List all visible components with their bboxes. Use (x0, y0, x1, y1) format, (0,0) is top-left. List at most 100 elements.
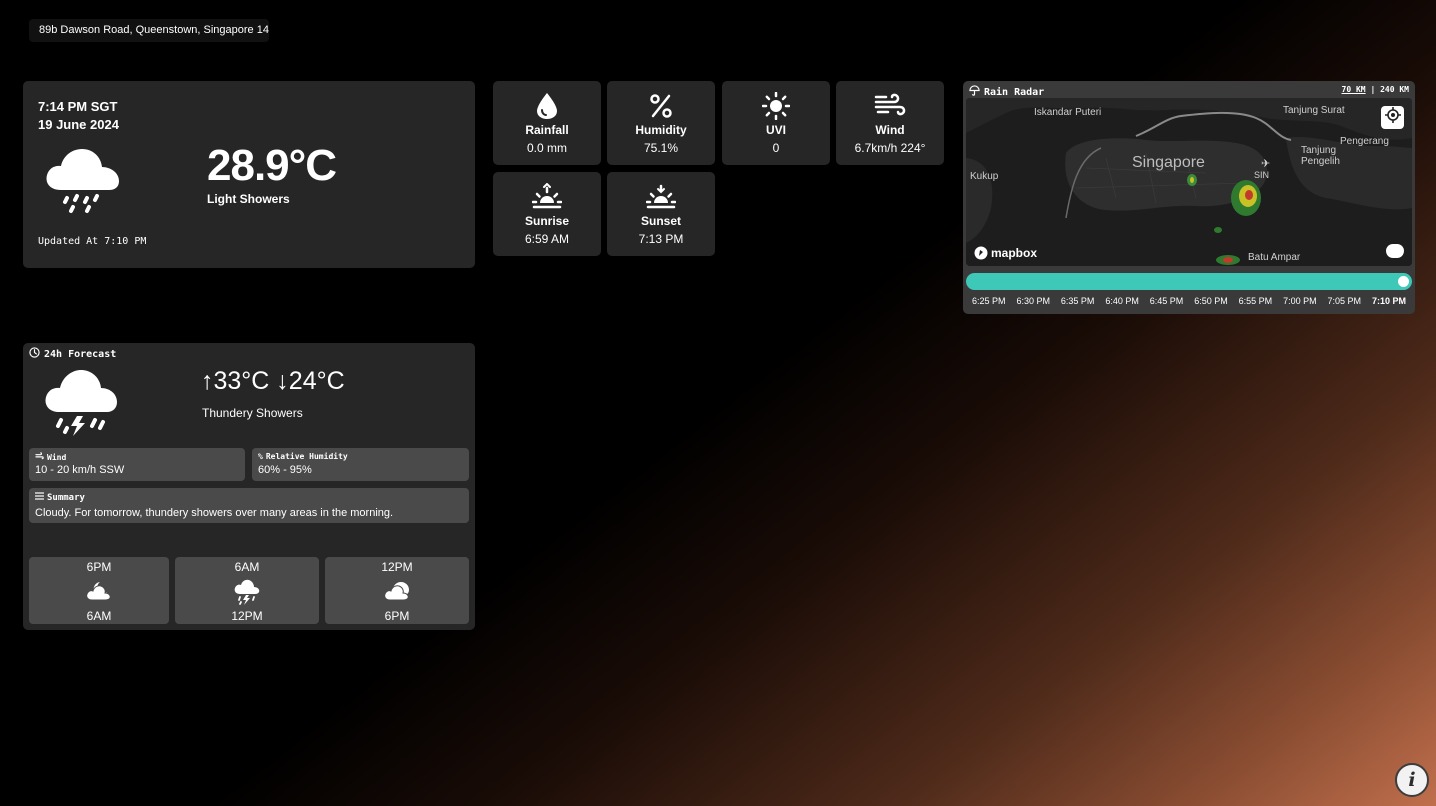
mapbox-logo: mapbox (974, 246, 1037, 260)
map-terrain (966, 98, 1412, 266)
humidity-tile: Humidity 75.1% (607, 81, 715, 165)
wind-forecast-label-text: Wind (47, 452, 67, 462)
forecast-period: 6PM 6AM (29, 557, 169, 624)
current-date: 19 June 2024 (38, 117, 119, 132)
airplane-icon: ✈ (1261, 158, 1271, 170)
summary-label: Summary (35, 492, 85, 503)
cloud-rain-icon (43, 144, 123, 221)
wind-forecast-box: Wind 10 - 20 km/h SSW (29, 448, 245, 481)
map-label-sin: SIN (1254, 170, 1270, 180)
sunset-icon (607, 183, 715, 211)
wind-forecast-label: Wind (35, 452, 66, 462)
map-label-tanjung-pengelih: Tanjung Pengelih (1301, 145, 1340, 167)
map-label-pengerang: Pengerang (1340, 136, 1389, 147)
time-tick[interactable]: 6:55 PM (1239, 296, 1273, 306)
period-start: 6AM (234, 560, 260, 574)
umbrella-icon (969, 85, 980, 99)
slider-handle[interactable] (1396, 274, 1411, 289)
clock-icon (29, 347, 40, 361)
humidity-value: 75.1% (643, 141, 679, 155)
summary-label-text: Summary (47, 492, 85, 503)
current-weather-card: 7:14 PM SGT 19 June 2024 28.9°C Light Sh… (23, 81, 475, 268)
forecast-title-text: 24h Forecast (44, 348, 117, 360)
sunrise-icon (493, 183, 601, 211)
wind-icon (836, 92, 944, 120)
rain-radar-card: Rain Radar 70 KM | 240 KM Iskandar Puter… (963, 81, 1415, 314)
crosshair-icon (1384, 107, 1401, 128)
layer-toggle[interactable] (1386, 244, 1404, 258)
uvi-tile: UVI 0 (722, 81, 830, 165)
time-tick[interactable]: 6:40 PM (1105, 296, 1139, 306)
time-tick-labels: 6:25 PM 6:30 PM 6:35 PM 6:40 PM 6:45 PM … (966, 296, 1412, 306)
forecast-period: 12PM 6PM (325, 557, 469, 624)
info-button[interactable]: i (1395, 763, 1429, 797)
period-end: 6AM (86, 609, 112, 623)
summary-text: Cloudy. For tomorrow, thundery showers o… (35, 507, 394, 519)
raindrop-icon (493, 92, 601, 120)
current-condition: Light Showers (207, 192, 290, 206)
forecast-period: 6AM 12PM (175, 557, 319, 624)
time-tick[interactable]: 6:25 PM (972, 296, 1006, 306)
high-low-temperature: ↑33°C ↓24°C (201, 367, 345, 395)
sunrise-tile: Sunrise 6:59 AM (493, 172, 601, 256)
sunset-value: 7:13 PM (638, 232, 684, 246)
updated-timestamp: Updated At 7:10 PM (38, 236, 147, 247)
percent-icon (607, 92, 715, 120)
wind-forecast-value: 10 - 20 km/h SSW (35, 464, 125, 476)
summary-box: Summary Cloudy. For tomorrow, thundery s… (29, 488, 469, 523)
radar-title-text: Rain Radar (984, 86, 1045, 98)
sunrise-value: 6:59 AM (524, 232, 570, 246)
wind-small-icon (35, 452, 44, 462)
time-tick[interactable]: 6:35 PM (1061, 296, 1095, 306)
thundery-showers-icon (175, 578, 319, 606)
cloud-lightning-icon (43, 366, 119, 443)
wind-value: 6.7km/h 224° (854, 141, 926, 155)
period-end: 6PM (384, 609, 410, 623)
uvi-value: 0 (772, 141, 780, 155)
sunrise-label: Sunrise (524, 214, 569, 228)
time-slider[interactable] (966, 273, 1412, 290)
radar-map[interactable]: Iskandar Puteri Tanjung Surat Singapore … (966, 98, 1412, 266)
period-end: 12PM (231, 609, 263, 623)
time-tick[interactable]: 7:05 PM (1328, 296, 1362, 306)
locate-button[interactable] (1381, 106, 1404, 129)
map-label-tanjung-surat: Tanjung Surat (1283, 105, 1345, 116)
scale-long: 240 KM (1380, 85, 1409, 94)
forecast-title: 24h Forecast (29, 347, 116, 361)
current-time: 7:14 PM SGT (38, 99, 118, 114)
period-start: 6PM (86, 560, 112, 574)
percent-small-icon: % (258, 452, 263, 461)
forecast-condition: Thundery Showers (202, 406, 303, 420)
time-tick[interactable]: 6:45 PM (1150, 296, 1184, 306)
wind-label: Wind (875, 123, 905, 137)
list-icon (35, 492, 44, 503)
scale-short: 70 KM (1341, 85, 1366, 94)
address-bar[interactable]: 89b Dawson Road, Queenstown, Singapore 1… (29, 19, 269, 42)
current-temperature: 28.9°C (207, 141, 337, 190)
sunset-tile: Sunset 7:13 PM (607, 172, 715, 256)
rainfall-tile: Rainfall 0.0 mm (493, 81, 601, 165)
mapbox-logo-text: mapbox (991, 246, 1038, 260)
map-label-kukup: Kukup (970, 171, 999, 182)
scale-separator: | (1370, 85, 1376, 94)
radar-title: Rain Radar (969, 85, 1044, 99)
partly-cloudy-night-icon (29, 578, 169, 606)
period-start: 12PM (381, 560, 413, 574)
time-tick-selected[interactable]: 7:10 PM (1372, 296, 1406, 306)
map-label-singapore: Singapore (1132, 154, 1205, 171)
map-label-batu-ampar: Batu Ampar (1248, 252, 1301, 263)
humidity-forecast-box: % Relative Humidity 60% - 95% (252, 448, 469, 481)
time-tick[interactable]: 6:30 PM (1016, 296, 1050, 306)
time-tick[interactable]: 6:50 PM (1194, 296, 1228, 306)
uvi-label: UVI (765, 123, 786, 137)
forecast-card: 24h Forecast ↑33°C ↓24°C Thundery Shower… (23, 343, 475, 630)
humidity-forecast-label: % Relative Humidity (258, 452, 348, 461)
partly-cloudy-icon (325, 578, 469, 606)
sun-icon (722, 92, 830, 120)
rainfall-value: 0.0 mm (526, 141, 567, 155)
time-tick[interactable]: 7:00 PM (1283, 296, 1317, 306)
humidity-label: Humidity (635, 123, 687, 137)
sunset-label: Sunset (640, 214, 681, 228)
map-scale: 70 KM | 240 KM (1342, 85, 1409, 94)
rainfall-label: Rainfall (525, 123, 569, 137)
